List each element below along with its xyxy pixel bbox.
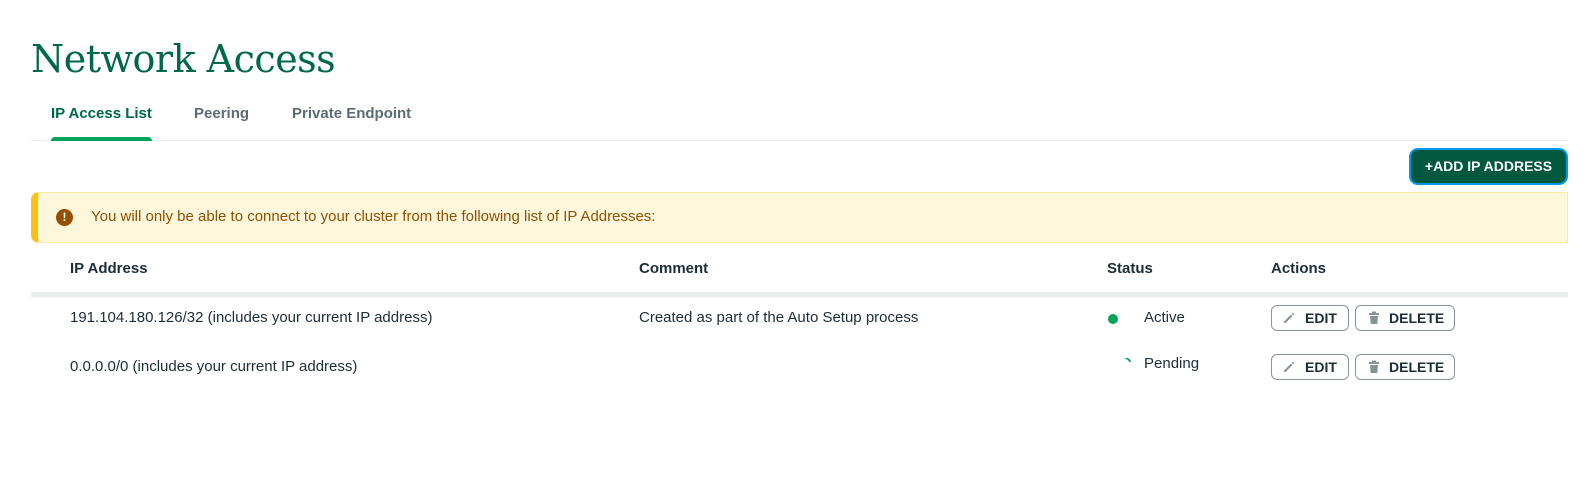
warning-message: You will only be able to connect to your… [91,208,656,225]
tab-private-endpoint[interactable]: Private Endpoint [292,90,411,140]
page-title: Network Access [31,37,336,82]
warning-banner: ! You will only be able to connect to yo… [31,192,1568,243]
comment-cell: Created as part of the Auto Setup proces… [639,309,919,326]
tab-peering[interactable]: Peering [194,90,249,140]
trash-icon [1369,360,1379,373]
edit-button[interactable]: EDIT [1271,354,1349,380]
column-header-ip-address[interactable]: IP Address [70,260,148,277]
ip-address-cell: 0.0.0.0/0 (includes your current IP addr… [70,358,358,375]
tab-ip-access-list[interactable]: IP Access List [51,90,152,141]
table-header-divider [31,292,1568,297]
tab-bar: IP Access List Peering Private Endpoint [31,90,1568,141]
status-cell: Active [1144,309,1185,326]
add-ip-address-button[interactable]: +ADD IP ADDRESS [1411,150,1566,183]
column-header-status[interactable]: Status [1107,260,1153,277]
trash-icon [1369,311,1379,324]
column-header-actions: Actions [1271,260,1327,277]
pending-spinner-icon [1121,356,1133,368]
ip-address-cell: 191.104.180.126/32 (includes your curren… [70,309,433,326]
pencil-icon [1284,312,1295,323]
delete-button[interactable]: DELETE [1355,305,1455,331]
active-dot-icon [1108,314,1118,324]
delete-button[interactable]: DELETE [1355,354,1455,380]
pencil-icon [1284,361,1295,372]
status-cell: Pending [1144,355,1200,372]
column-header-comment[interactable]: Comment [639,260,708,277]
edit-button[interactable]: EDIT [1271,305,1349,331]
warning-icon: ! [56,209,73,226]
